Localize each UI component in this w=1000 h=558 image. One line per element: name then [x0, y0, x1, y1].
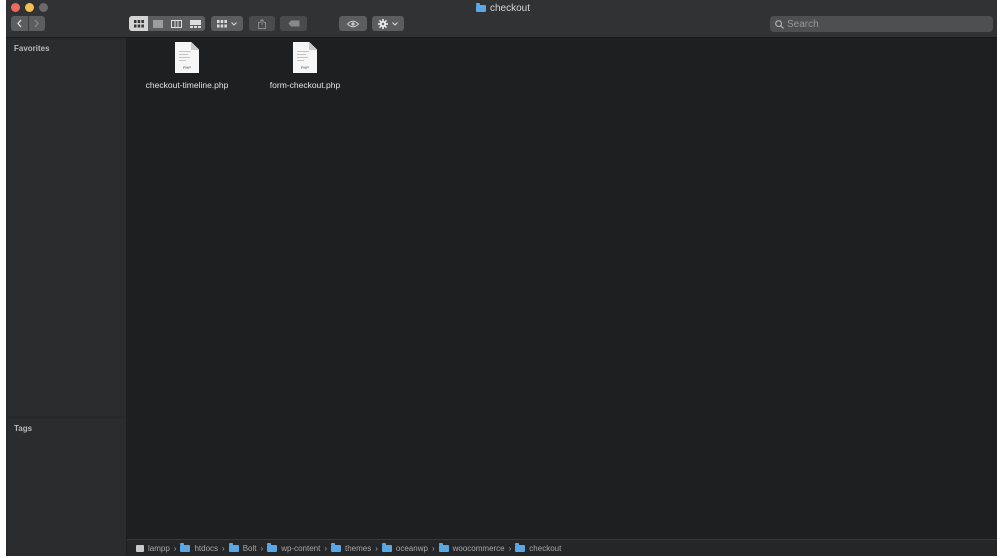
grid-group-icon [217, 19, 227, 27]
path-item-oceanwp[interactable]: oceanwp [381, 543, 428, 553]
gallery-view-button[interactable] [186, 16, 205, 31]
window-title-label: checkout [490, 2, 531, 14]
chevron-right-icon: › [260, 543, 264, 553]
path-label: Bolt [242, 543, 257, 553]
file-item[interactable]: PHP form-checkout.php [250, 42, 360, 90]
path-label: themes [345, 543, 372, 553]
path-item-htdocs[interactable]: htdocs [180, 543, 219, 553]
back-button[interactable] [11, 16, 29, 31]
file-browser: PHP checkout-timeline.php PHP form-check… [127, 38, 997, 539]
path-item-lampp[interactable]: lampp [136, 544, 170, 553]
chevron-right-icon: › [222, 543, 225, 553]
minimize-button[interactable] [25, 3, 34, 12]
folder-icon [180, 543, 191, 552]
view-mode-control [129, 16, 205, 31]
path-item-bolt[interactable]: Bolt [228, 543, 257, 553]
gear-icon [378, 18, 388, 29]
tag-button[interactable] [280, 16, 307, 31]
php-file-icon: PHP [293, 42, 317, 73]
path-item-wp-content[interactable]: wp-content [267, 543, 321, 553]
window-title: checkout [476, 1, 530, 15]
share-icon [258, 18, 266, 29]
drive-icon [136, 544, 144, 552]
path-label: lampp [148, 543, 170, 553]
folder-icon [438, 543, 449, 552]
chevron-left-icon [16, 19, 22, 28]
path-item-checkout[interactable]: checkout [515, 543, 562, 553]
column-view-button[interactable] [167, 16, 186, 31]
chevron-right-icon: › [431, 543, 435, 553]
list-view-button[interactable] [148, 16, 167, 31]
file-type-badge: PHP [300, 65, 310, 70]
path-item-themes[interactable]: themes [331, 543, 372, 553]
gallery-icon [190, 19, 201, 28]
chevron-down-icon [231, 21, 237, 26]
folder-icon [331, 543, 341, 552]
share-button[interactable] [249, 16, 275, 31]
search-field[interactable] [770, 16, 993, 32]
chevron-right-icon: › [508, 543, 512, 553]
chevron-right-icon [34, 19, 40, 28]
file-item[interactable]: PHP checkout-timeline.php [132, 42, 242, 90]
eye-icon [347, 20, 359, 27]
path-label: oceanwp [395, 543, 428, 553]
finder-window: checkout Search Favorites Tags PHP check… [6, 0, 997, 556]
favorites-heading: Favorites [14, 44, 50, 53]
folder-icon [267, 543, 278, 552]
sidebar: Favorites Tags [6, 38, 126, 556]
search-icon [775, 19, 784, 29]
folder-icon [476, 3, 486, 12]
file-name: checkout-timeline.php [145, 80, 229, 90]
path-label: htdocs [194, 543, 219, 553]
file-name: form-checkout.php [269, 80, 341, 90]
tags-section: Tags [8, 419, 126, 556]
favorites-section: Favorites [8, 40, 126, 416]
folder-icon [228, 543, 239, 552]
columns-icon [171, 19, 182, 28]
chevron-right-icon: › [375, 543, 378, 553]
toolbar: checkout [6, 0, 997, 38]
path-label: checkout [529, 543, 562, 553]
action-button[interactable] [372, 16, 404, 31]
php-file-icon: PHP [175, 42, 199, 73]
close-button[interactable] [11, 3, 20, 12]
path-label: woocommerce [452, 543, 505, 553]
icon-view-button[interactable] [129, 16, 148, 31]
tags-heading: Tags [14, 424, 33, 433]
quick-look-button[interactable] [339, 16, 367, 31]
chevron-right-icon: › [324, 543, 327, 553]
chevron-right-icon: › [173, 543, 177, 553]
chevron-down-icon [392, 21, 398, 26]
zoom-button[interactable] [39, 3, 48, 12]
tag-icon [288, 20, 299, 27]
path-bar: lampp › htdocs › Bolt › wp-content › the… [127, 539, 997, 556]
forward-button[interactable] [29, 16, 46, 31]
folder-icon [515, 543, 526, 552]
folder-icon [381, 543, 392, 552]
path-label: wp-content [281, 543, 321, 553]
file-type-badge: PHP [182, 65, 192, 70]
grid-icon [133, 19, 144, 27]
nav-buttons [11, 16, 45, 31]
list-icon [152, 20, 163, 27]
group-by-button[interactable] [211, 16, 243, 31]
search-input[interactable] [784, 18, 977, 30]
path-item-woocommerce[interactable]: woocommerce [438, 543, 505, 553]
